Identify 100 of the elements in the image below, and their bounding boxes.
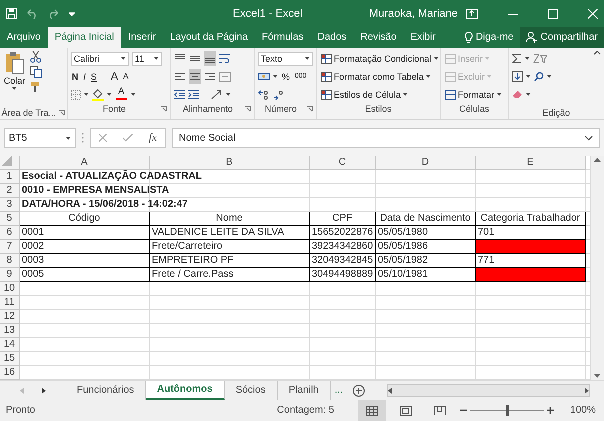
row-header[interactable]: 10 [0, 282, 20, 296]
styles-menu-button[interactable]: Formatação Condicional [320, 51, 437, 66]
row-header[interactable]: 15 [0, 352, 20, 366]
font-size-field[interactable]: 11 [132, 52, 162, 66]
scroll-left-icon[interactable] [388, 388, 392, 394]
row-header[interactable]: 12 [0, 310, 20, 324]
caret-icon[interactable] [305, 57, 310, 60]
caret-icon[interactable] [107, 93, 112, 96]
fill-color-icon[interactable] [92, 88, 104, 100]
wrap-text-icon[interactable] [219, 54, 231, 64]
caret-icon[interactable] [154, 57, 159, 60]
ribbon-tab[interactable]: Página Inicial [48, 27, 122, 48]
next-sheet-icon[interactable] [42, 388, 46, 394]
dialog-launcher-icon[interactable] [161, 106, 167, 112]
sheet-tab[interactable]: Autônomos [146, 381, 225, 400]
tell-me-button[interactable]: Diga-me [458, 27, 520, 48]
scroll-right-icon[interactable] [585, 388, 589, 394]
caret-icon[interactable] [121, 57, 126, 60]
more-sheets-button[interactable]: ... [330, 381, 348, 400]
caret-icon[interactable] [426, 75, 431, 78]
ribbon-tab[interactable]: Dados [310, 27, 354, 48]
shrink-font-button[interactable]: A [122, 69, 130, 84]
column-header[interactable]: A [20, 156, 150, 170]
row-header[interactable]: 3 [0, 198, 20, 212]
share-button[interactable]: Compartilhar [520, 27, 604, 48]
caret-icon[interactable] [273, 75, 278, 78]
ribbon-tab[interactable]: Exibir [404, 27, 443, 48]
dialog-launcher-icon[interactable] [59, 110, 66, 116]
cut-icon[interactable] [30, 51, 42, 63]
caret-icon[interactable] [526, 75, 531, 78]
font-style-button[interactable]: S [90, 69, 98, 84]
name-box[interactable]: BT5 [4, 128, 76, 148]
currency-icon[interactable] [258, 72, 270, 82]
view-button[interactable] [358, 400, 386, 421]
caret-icon[interactable] [226, 93, 231, 96]
row-header[interactable]: 5 [0, 212, 20, 226]
maximize-icon[interactable] [548, 8, 558, 18]
redo-icon[interactable] [47, 8, 61, 18]
add-sheet-icon[interactable] [353, 384, 366, 396]
cells-menu-button[interactable]: Formatar [444, 87, 505, 102]
zoom-in-icon[interactable] [547, 407, 554, 414]
close-icon[interactable] [588, 8, 598, 18]
undo-icon[interactable] [25, 8, 39, 18]
decrease-decimal-icon[interactable] [273, 90, 285, 100]
row-header[interactable]: 9 [0, 268, 20, 282]
caret-icon[interactable] [434, 57, 439, 60]
caret-icon[interactable] [547, 75, 552, 78]
font-color-button[interactable]: A [115, 87, 128, 102]
paste-button[interactable]: Colar [3, 51, 27, 106]
dialog-launcher-icon[interactable] [245, 106, 251, 112]
row-header[interactable]: 8 [0, 254, 20, 268]
font-name-field[interactable]: Calibri [71, 52, 129, 66]
caret-icon[interactable] [403, 93, 408, 96]
ribbon-tab[interactable]: Fórmulas [255, 27, 311, 48]
row-header[interactable]: 13 [0, 324, 20, 338]
font-style-button[interactable]: I [82, 69, 88, 84]
enter-check-icon[interactable] [123, 134, 134, 142]
column-header[interactable]: B [150, 156, 310, 170]
row-header[interactable]: 14 [0, 338, 20, 352]
percent-button[interactable]: % [281, 69, 292, 84]
caret-icon[interactable] [526, 93, 531, 96]
merge-cells-icon[interactable] [219, 72, 231, 82]
zoom-slider-thumb[interactable] [506, 405, 510, 416]
zoom-out-icon[interactable] [460, 407, 468, 414]
customize-caret-icon[interactable] [69, 11, 75, 16]
scroll-down-icon[interactable] [594, 374, 601, 378]
scroll-up-icon[interactable] [594, 158, 601, 162]
increase-decimal-icon[interactable] [258, 90, 270, 100]
dialog-launcher-icon[interactable] [307, 106, 313, 112]
decrease-indent-icon[interactable] [174, 90, 185, 100]
search-icon[interactable] [534, 72, 544, 82]
row-header[interactable]: 6 [0, 226, 20, 240]
ribbon-tab[interactable]: Revisão [354, 27, 404, 48]
caret-icon[interactable] [131, 93, 136, 96]
caret-icon[interactable] [496, 93, 502, 96]
grow-font-button[interactable]: A [110, 69, 120, 84]
horizontal-scrollbar[interactable] [387, 384, 590, 397]
ribbon-tab[interactable]: Layout da Página [163, 27, 256, 48]
insert-function-button[interactable]: fx [149, 132, 157, 144]
align-button[interactable] [204, 51, 216, 66]
column-header[interactable]: C [310, 156, 376, 170]
increase-indent-icon[interactable] [188, 90, 199, 100]
caret-icon[interactable] [525, 57, 530, 60]
collapse-ribbon-icon[interactable] [594, 51, 601, 55]
number-format-field[interactable]: Texto [258, 52, 313, 66]
align-button[interactable] [189, 69, 201, 84]
brush-icon[interactable] [30, 81, 42, 93]
ribbon-tab[interactable]: Arquivo [0, 27, 48, 48]
ribbon-display-icon[interactable] [466, 8, 478, 18]
caret-icon[interactable] [66, 136, 71, 140]
row-header[interactable]: 11 [0, 296, 20, 310]
column-header[interactable]: E [476, 156, 586, 170]
ribbon-tab[interactable]: Inserir [121, 27, 164, 48]
styles-menu-button[interactable]: Formatar como Tabela [320, 69, 437, 84]
font-style-button[interactable]: N [71, 69, 80, 84]
caret-icon[interactable] [84, 93, 89, 96]
column-header[interactable]: D [376, 156, 476, 170]
row-header[interactable]: 2 [0, 184, 20, 198]
caret-icon[interactable] [12, 87, 18, 90]
row-header[interactable]: 7 [0, 240, 20, 254]
